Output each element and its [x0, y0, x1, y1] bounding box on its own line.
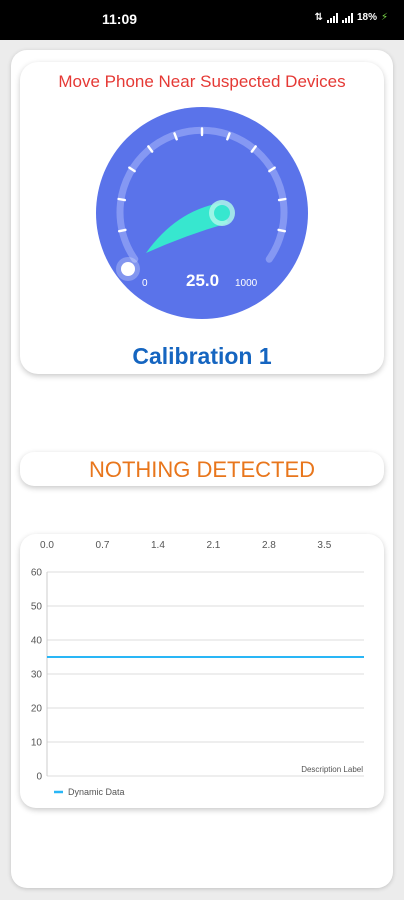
- y-tick-label: 20: [31, 704, 43, 715]
- signal-icon: [326, 12, 338, 23]
- instruction-text: Move Phone Near Suspected Devices: [58, 72, 346, 91]
- gauge-min-label: 0: [142, 278, 148, 289]
- battery-charging-icon: ⚡: [380, 12, 388, 23]
- chart-card[interactable]: 0 10 20 30 40 50 60 0.0 0.7 1.4 2.1 2.8 3.5 Descripti…: [20, 534, 384, 808]
- x-tick-label: 2.1: [206, 540, 220, 551]
- gauge-max-label: 1000: [235, 278, 258, 289]
- detection-status-card: NOTHING DETECTED: [20, 452, 384, 486]
- x-tick-label: 1.4: [151, 540, 165, 551]
- status-bar: 11:09 ⇅ 18% ⚡: [0, 0, 404, 40]
- gauge-start-marker: [121, 262, 135, 276]
- y-tick-label: 30: [31, 670, 43, 681]
- speedometer-gauge: 0 25.0 1000: [96, 107, 308, 319]
- needle-hub: [214, 205, 230, 221]
- battery-level: 18%: [356, 12, 377, 23]
- x-tick-label: 0.0: [40, 540, 54, 551]
- status-time: 11:09: [102, 11, 138, 27]
- signal-icon: [341, 12, 353, 23]
- detection-status-text: NOTHING DETECTED: [88, 457, 316, 482]
- gauge-value: 25.0: [186, 271, 219, 290]
- y-tick-label: 60: [31, 568, 43, 579]
- x-tick-label: 3.5: [317, 540, 331, 551]
- calibration-label: Calibration 1: [132, 343, 272, 369]
- x-tick-label: 2.8: [262, 540, 276, 551]
- x-tick-label: 0.7: [96, 540, 110, 551]
- y-tick-label: 10: [31, 738, 43, 749]
- status-icons: ⇅ 18% ⚡: [315, 12, 388, 23]
- legend-label: Dynamic Data: [68, 787, 125, 797]
- y-tick-label: 50: [31, 602, 43, 613]
- y-tick-label: 0: [36, 772, 42, 783]
- chart-description-label: Description Label: [301, 765, 363, 774]
- y-tick-label: 40: [31, 636, 43, 647]
- gauge-card: Move Phone Near Suspected Devices 0 25.0…: [20, 62, 384, 374]
- line-chart[interactable]: 0 10 20 30 40 50 60 0.0 0.7 1.4 2.1 2.8 3.5 Descripti…: [20, 534, 384, 808]
- data-indicator-icon: ⇅: [314, 12, 323, 23]
